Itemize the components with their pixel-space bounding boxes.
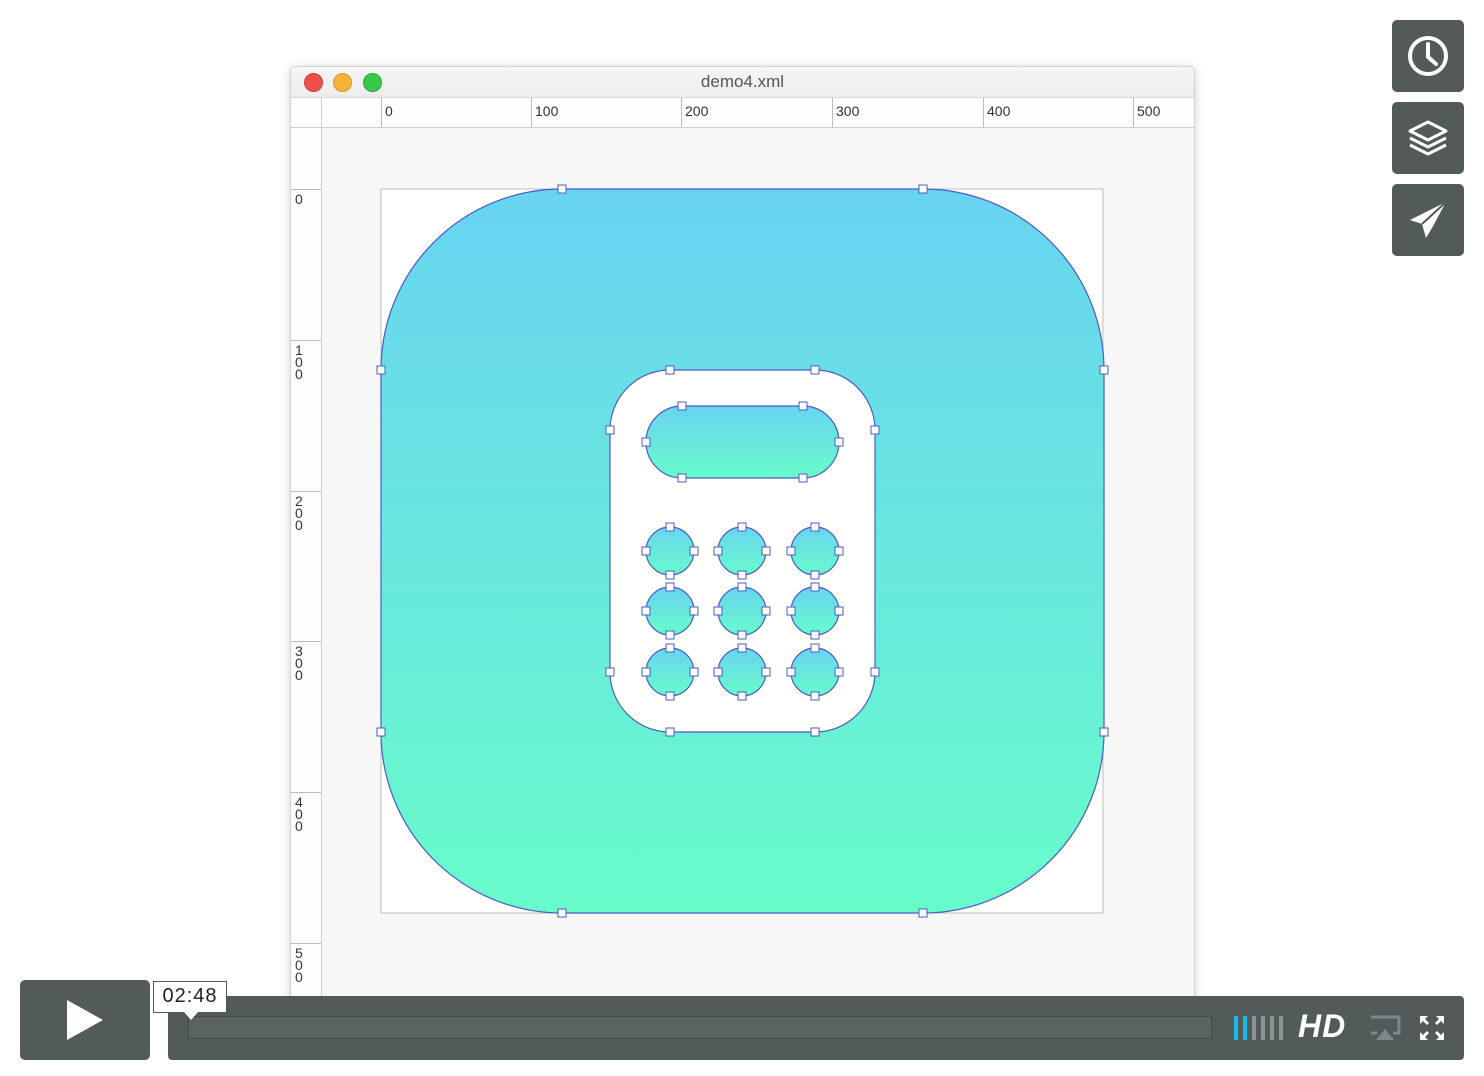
calculator-key[interactable]	[790, 586, 840, 636]
layers-icon	[1408, 120, 1448, 156]
calculator-key[interactable]	[645, 586, 695, 636]
drawing-canvas[interactable]	[291, 67, 1194, 1002]
calculator-key[interactable]	[717, 647, 767, 697]
calculator-key[interactable]	[790, 647, 840, 697]
collections-button[interactable]	[1392, 102, 1464, 174]
paper-plane-icon	[1410, 201, 1447, 238]
play-button[interactable]	[20, 980, 150, 1060]
volume-control[interactable]	[1234, 1016, 1283, 1040]
hd-toggle[interactable]: HD	[1298, 1008, 1346, 1045]
playback-time: 02:48	[153, 981, 227, 1020]
share-button[interactable]	[1392, 184, 1464, 256]
calculator-key[interactable]	[717, 526, 767, 576]
clock-icon	[1408, 36, 1448, 76]
calculator-key[interactable]	[790, 526, 840, 576]
calculator-key[interactable]	[645, 526, 695, 576]
calculator-keys	[645, 526, 840, 697]
player-control-bar: HD	[168, 996, 1464, 1060]
play-icon	[67, 1000, 103, 1040]
airplay-icon[interactable]	[1368, 1014, 1402, 1042]
calculator-key[interactable]	[717, 586, 767, 636]
calculator-display-shape[interactable]	[645, 405, 840, 479]
calculator-key[interactable]	[645, 647, 695, 697]
editor-window: demo4.xml 0 100 200 300 400 500 0 100 20…	[290, 66, 1195, 1003]
progress-bar[interactable]	[188, 1016, 1212, 1039]
watch-later-button[interactable]	[1392, 20, 1464, 92]
fullscreen-icon[interactable]	[1418, 1014, 1446, 1042]
